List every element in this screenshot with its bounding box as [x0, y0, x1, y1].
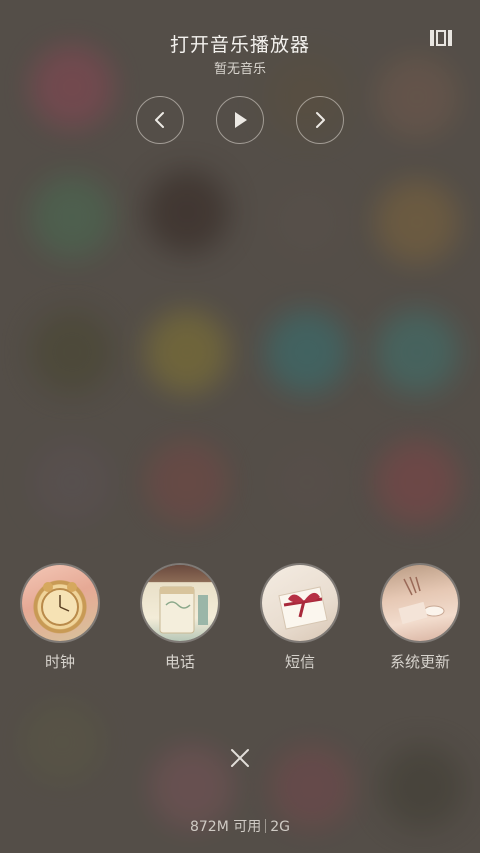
system-update-photo-icon [382, 565, 458, 641]
memory-total: 2G [270, 819, 291, 835]
app-phone[interactable]: 电话 [130, 565, 230, 672]
app-label: 电话 [164, 653, 195, 671]
memory-divider [265, 819, 267, 833]
music-status-text: 暂无音乐 [213, 62, 266, 77]
close-button[interactable] [226, 744, 254, 772]
chevron-right-icon [316, 112, 325, 128]
play-icon [235, 112, 247, 128]
memory-available: 872M 可用 [189, 819, 262, 835]
chevron-left-icon [155, 112, 164, 128]
clock-photo-icon [22, 565, 98, 641]
phone-photo-icon [142, 565, 218, 641]
app-label: 短信 [284, 653, 315, 671]
message-photo-icon [262, 565, 338, 641]
memory-status: 872M 可用 2G [0, 816, 480, 836]
layout-switch-icon[interactable] [430, 30, 452, 46]
app-label: 时钟 [44, 653, 75, 671]
music-player-title[interactable]: 打开音乐播放器 [0, 30, 480, 57]
play-button[interactable] [216, 96, 264, 144]
app-label: 系统更新 [389, 653, 450, 671]
app-clock[interactable]: 时钟 [10, 565, 110, 672]
app-messages[interactable]: 短信 [250, 565, 350, 672]
next-track-button[interactable] [296, 96, 344, 144]
previous-track-button[interactable] [136, 96, 184, 144]
close-icon [231, 749, 249, 767]
app-system-update[interactable]: 系统更新 [370, 565, 470, 672]
